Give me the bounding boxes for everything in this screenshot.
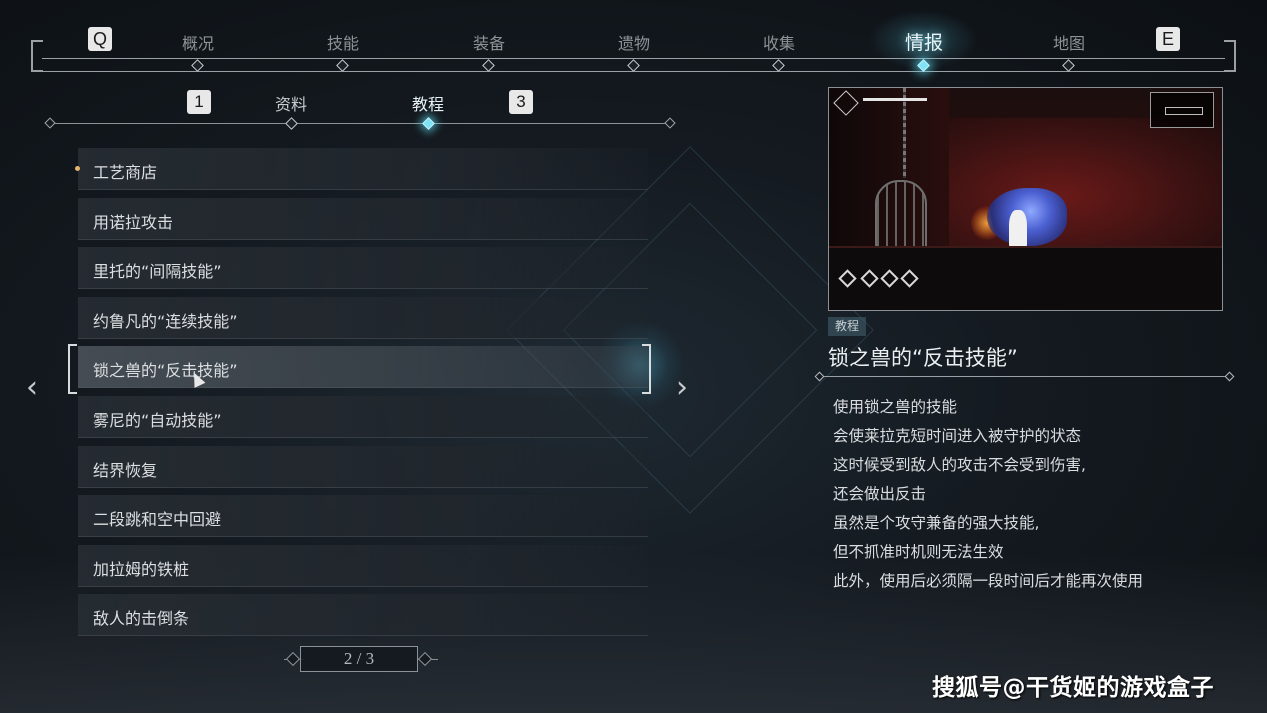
- description-line: 使用锁之兽的技能: [833, 398, 958, 416]
- new-indicator-icon: [75, 166, 80, 171]
- list-item[interactable]: 用诺拉攻击: [78, 197, 648, 240]
- nav-bracket-left: [31, 40, 43, 72]
- subnav-line-end: [664, 117, 676, 129]
- detail-description: 使用锁之兽的技能 会使莱拉克短时间进入被守护的状态 这时候受到敌人的攻击不会受到…: [833, 395, 1213, 598]
- subtab-marker: [285, 117, 298, 130]
- list-item-label: 锁之兽的“反击技能”: [93, 361, 238, 381]
- tab-intel[interactable]: 情报: [884, 28, 964, 55]
- next-tab-key[interactable]: E: [1156, 27, 1180, 51]
- prev-subtab-key[interactable]: 1: [187, 90, 211, 114]
- selection-bracket-right: [642, 344, 651, 394]
- tab-overview[interactable]: 概况: [158, 30, 238, 54]
- description-line: 虽然是个攻守兼备的强大技能,: [833, 514, 1040, 532]
- top-nav: Q E 概况 技能 装备 遗物 收集 情报 地图: [0, 0, 1267, 80]
- preview-heroine: [1009, 210, 1027, 248]
- list-item-label: 工艺商店: [93, 163, 158, 182]
- preview-minimap: [1150, 92, 1214, 128]
- list-item-label: 约鲁凡的“连续技能”: [93, 311, 238, 331]
- tab-skills[interactable]: 技能: [303, 30, 383, 54]
- description-line: 还会做出反击: [833, 485, 927, 503]
- preview-health-bar: [863, 98, 927, 101]
- tutorial-preview-image: [828, 87, 1223, 311]
- subnav-line-end: [44, 117, 56, 129]
- list-item[interactable]: 雾尼的“自动技能”: [78, 396, 648, 438]
- list-item-label: 加拉姆的铁桩: [93, 559, 190, 579]
- list-item-label: 雾尼的“自动技能”: [93, 411, 222, 430]
- tab-marker: [1062, 59, 1075, 72]
- list-item[interactable]: 结界恢复: [78, 445, 648, 488]
- divider-end-ornament: [1224, 371, 1235, 382]
- selection-bracket-left: [68, 344, 77, 394]
- description-line: 但不抓准时机则无法生效: [833, 543, 1004, 561]
- tab-collection[interactable]: 收集: [739, 30, 819, 54]
- preview-minimap-room: [1165, 107, 1203, 115]
- list-item[interactable]: 敌人的击倒条: [78, 594, 648, 637]
- tab-marker: [772, 59, 785, 72]
- description-line: 会使莱拉克短时间进入被守护的状态: [833, 427, 1082, 445]
- list-item-label: 用诺拉攻击: [93, 212, 174, 232]
- list-item[interactable]: 约鲁凡的“连续技能”: [78, 296, 648, 339]
- list-item[interactable]: 工艺商店: [75, 148, 648, 190]
- chevron-right-icon[interactable]: ›: [676, 370, 688, 405]
- tab-map[interactable]: 地图: [1029, 30, 1109, 54]
- list-item[interactable]: 加拉姆的铁桩: [78, 544, 648, 587]
- subtab-tutorial[interactable]: 教程: [388, 91, 468, 115]
- subnav-line: [50, 123, 670, 124]
- list-item[interactable]: 里托的“间隔技能”: [78, 247, 648, 290]
- list-item-label: 结界恢复: [93, 460, 158, 480]
- list-item-label: 里托的“间隔技能”: [93, 262, 222, 282]
- tab-marker: [627, 59, 640, 72]
- subtab-marker-active: [422, 117, 435, 130]
- watermark: 搜狐号@干货姬的游戏盒子: [932, 675, 1214, 701]
- nav-bracket-right: [1224, 40, 1236, 72]
- subtab-info[interactable]: 资料: [251, 91, 331, 115]
- tab-marker: [191, 59, 204, 72]
- list-item-label: 敌人的击倒条: [93, 609, 190, 629]
- tab-marker: [336, 59, 349, 72]
- tab-equipment[interactable]: 装备: [449, 30, 529, 54]
- preview-hud-emblem-icon: [833, 90, 859, 116]
- prev-tab-key[interactable]: Q: [88, 27, 112, 51]
- description-line: 此外，使用后必须隔一段时间后才能再次使用: [833, 572, 1144, 590]
- list-item-label: 二段跳和空中回避: [93, 510, 222, 530]
- tab-relics[interactable]: 遗物: [594, 30, 674, 54]
- chevron-left-icon[interactable]: ‹: [26, 370, 38, 405]
- next-subtab-key[interactable]: 3: [509, 90, 533, 114]
- list-item-selected[interactable]: 锁之兽的“反击技能”: [78, 346, 648, 389]
- list-item[interactable]: 二段跳和空中回避: [78, 495, 648, 538]
- detail-divider: [820, 376, 1230, 377]
- page-indicator: 2 / 3: [300, 646, 418, 672]
- preview-hud: [833, 90, 927, 116]
- preview-beast-of-locks: [987, 188, 1067, 246]
- description-line: 这时候受到敌人的攻击不会受到伤害,: [833, 456, 1086, 474]
- preview-cage: [875, 180, 927, 248]
- detail-title: 锁之兽的“反击技能”: [828, 346, 1018, 370]
- detail-category-tag: 教程: [828, 317, 866, 336]
- tab-marker: [482, 59, 495, 72]
